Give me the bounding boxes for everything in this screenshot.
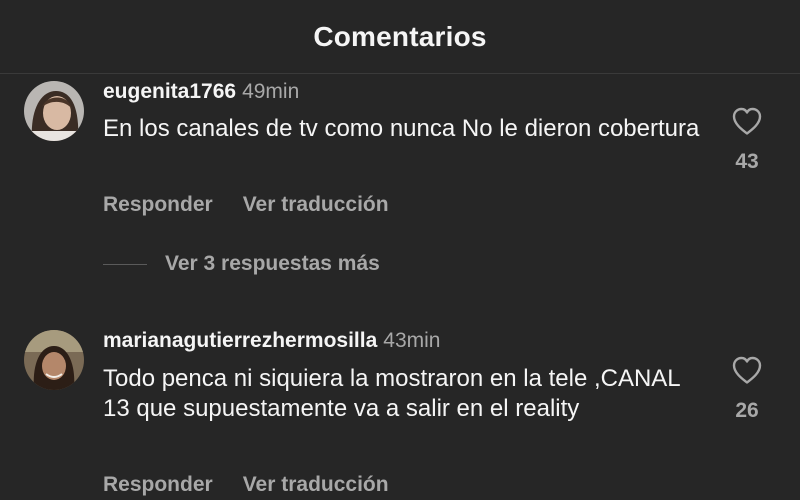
heart-outline-icon[interactable] bbox=[731, 355, 763, 385]
like-control: 43 bbox=[722, 106, 772, 174]
comments-screen: Comentarios eugenita1766 49min En los can… bbox=[0, 0, 800, 500]
comment-time: 43min bbox=[383, 329, 441, 352]
avatar[interactable] bbox=[24, 330, 84, 390]
comment-time: 49min bbox=[242, 80, 300, 103]
avatar-photo bbox=[24, 330, 84, 390]
page-title: Comentarios bbox=[313, 20, 487, 52]
comment-username[interactable]: eugenita1766 bbox=[103, 80, 236, 103]
translate-button[interactable]: Ver traducción bbox=[243, 473, 389, 496]
comment-actions: Responder Ver traducción bbox=[103, 473, 419, 497]
comment-header: marianagutierrezhermosilla 43min bbox=[103, 329, 440, 353]
reply-button[interactable]: Responder bbox=[103, 193, 213, 216]
view-replies-button[interactable]: Ver 3 respuestas más bbox=[103, 252, 380, 276]
avatar-photo bbox=[24, 81, 84, 141]
like-control: 26 bbox=[722, 355, 772, 423]
like-count: 43 bbox=[735, 150, 759, 173]
comment-username[interactable]: marianagutierrezhermosilla bbox=[103, 329, 377, 352]
comments-header: Comentarios bbox=[0, 0, 800, 74]
reply-button[interactable]: Responder bbox=[103, 473, 213, 496]
comment-text: En los canales de tv como nunca No le di… bbox=[103, 115, 700, 142]
comment-header: eugenita1766 49min bbox=[103, 80, 299, 104]
like-count: 26 bbox=[735, 399, 759, 422]
replies-divider bbox=[103, 263, 147, 265]
avatar[interactable] bbox=[24, 81, 84, 141]
translate-button[interactable]: Ver traducción bbox=[243, 193, 389, 216]
heart-outline-icon[interactable] bbox=[731, 106, 763, 136]
comment-actions: Responder Ver traducción bbox=[103, 193, 419, 217]
view-replies-label: Ver 3 respuestas más bbox=[165, 252, 380, 275]
comment-text: Todo penca ni siquiera la mostraron en l… bbox=[103, 365, 680, 422]
